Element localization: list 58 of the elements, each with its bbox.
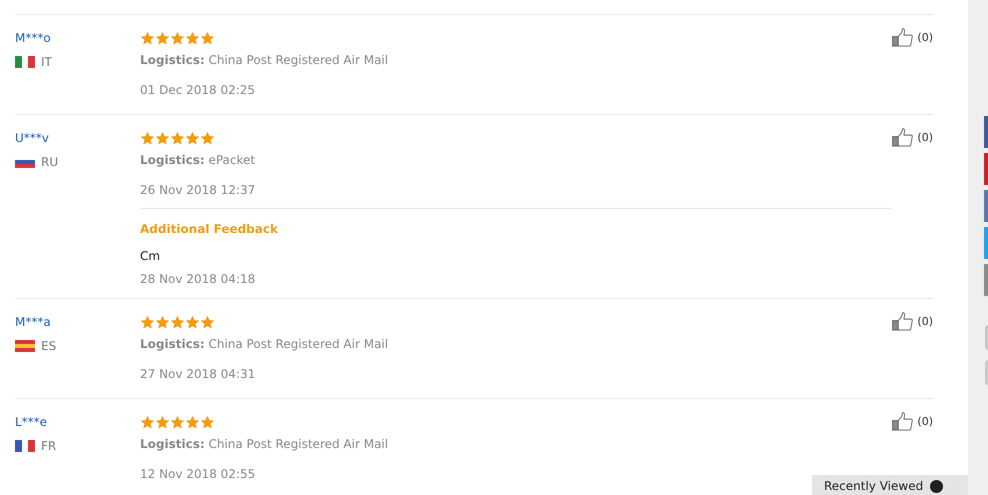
feedback-text: Cm xyxy=(140,248,160,264)
country-code: ES xyxy=(41,339,56,353)
star-icon xyxy=(200,414,215,430)
feedback-date: 28 Nov 2018 04:18 xyxy=(140,271,256,287)
round-button[interactable] xyxy=(985,325,988,350)
star-icon xyxy=(200,130,215,146)
share-button[interactable] xyxy=(984,116,988,148)
star-icon xyxy=(140,130,155,146)
logistics-text: Logistics: China Post Registered Air Mail xyxy=(140,336,388,352)
star-icon xyxy=(140,30,155,46)
flag-icon xyxy=(15,440,35,452)
star-icon xyxy=(140,314,155,330)
share-button[interactable] xyxy=(984,264,988,296)
thumbs-up-icon[interactable] xyxy=(892,128,916,146)
star-icon xyxy=(200,314,215,330)
share-button[interactable] xyxy=(984,190,988,222)
share-button[interactable] xyxy=(984,153,988,185)
username-link[interactable]: U***v xyxy=(15,130,49,146)
star-icon xyxy=(155,414,170,430)
star-icon xyxy=(185,130,200,146)
star-icon xyxy=(200,30,215,46)
review-date: 27 Nov 2018 04:31 xyxy=(140,366,256,382)
username-link[interactable]: M***o xyxy=(15,30,51,46)
star-icon xyxy=(185,30,200,46)
star-icon xyxy=(170,414,185,430)
review-date: 01 Dec 2018 02:25 xyxy=(140,82,256,98)
review-date: 12 Nov 2018 02:55 xyxy=(140,466,256,482)
thumbs-up-icon[interactable] xyxy=(892,412,916,430)
star-icon xyxy=(140,414,155,430)
additional-feedback-heading: Additional Feedback xyxy=(140,221,278,237)
recently-viewed-tab[interactable]: Recently Viewed xyxy=(812,475,968,495)
country-code: FR xyxy=(41,439,56,453)
star-icon xyxy=(155,30,170,46)
round-button[interactable] xyxy=(985,360,988,385)
logistics-text: Logistics: China Post Registered Air Mail xyxy=(140,436,388,452)
country-code: RU xyxy=(41,155,58,169)
like-count: (0) xyxy=(917,414,933,428)
logistics-text: Logistics: China Post Registered Air Mail xyxy=(140,52,388,68)
star-icon xyxy=(155,130,170,146)
star-icon xyxy=(155,314,170,330)
logistics-text: Logistics: ePacket xyxy=(140,152,256,168)
review-date: 26 Nov 2018 12:37 xyxy=(140,182,256,198)
like-count: (0) xyxy=(917,30,933,44)
country-code: IT xyxy=(41,55,52,69)
share-button[interactable] xyxy=(984,227,988,259)
flag-icon xyxy=(15,56,35,68)
star-icon xyxy=(170,314,185,330)
username-link[interactable]: L***e xyxy=(15,414,48,430)
star-icon xyxy=(185,414,200,430)
thumbs-up-icon[interactable] xyxy=(892,28,916,46)
thumbs-up-icon[interactable] xyxy=(892,312,916,330)
username-link[interactable]: M***a xyxy=(15,314,51,330)
like-count: (0) xyxy=(917,314,933,328)
star-icon xyxy=(170,30,185,46)
flag-icon xyxy=(15,340,35,352)
star-icon xyxy=(170,130,185,146)
star-icon xyxy=(185,314,200,330)
like-count: (0) xyxy=(917,130,933,144)
